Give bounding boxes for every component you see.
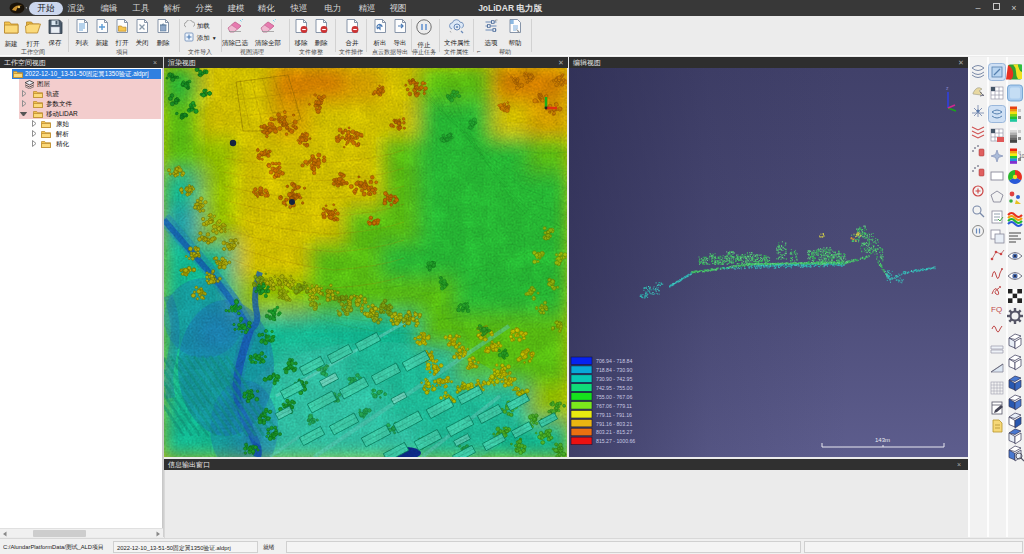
svg-text:10: 10 bbox=[1019, 153, 1024, 159]
svg-text:755.00 - 767.06: 755.00 - 767.06 bbox=[596, 394, 632, 400]
svg-text:730.90 - 742.95: 730.90 - 742.95 bbox=[596, 376, 632, 382]
svg-text:718.84 - 730.90: 718.84 - 730.90 bbox=[596, 367, 632, 373]
svg-text:706.94 - 718.84: 706.94 - 718.84 bbox=[596, 358, 632, 364]
svg-text:803.21 - 815.27: 803.21 - 815.27 bbox=[596, 429, 632, 435]
svg-text:143m: 143m bbox=[875, 437, 890, 443]
svg-text:779.11 - 791.16: 779.11 - 791.16 bbox=[596, 412, 632, 418]
svg-text:815.27 - 1000.66: 815.27 - 1000.66 bbox=[596, 438, 635, 444]
svg-text:791.16 - 803.21: 791.16 - 803.21 bbox=[596, 421, 632, 427]
svg-text:742.95 - 755.00: 742.95 - 755.00 bbox=[596, 385, 632, 391]
svg-text:767.06 - 779.11: 767.06 - 779.11 bbox=[596, 403, 632, 409]
svg-text:FQ: FQ bbox=[991, 305, 1002, 314]
